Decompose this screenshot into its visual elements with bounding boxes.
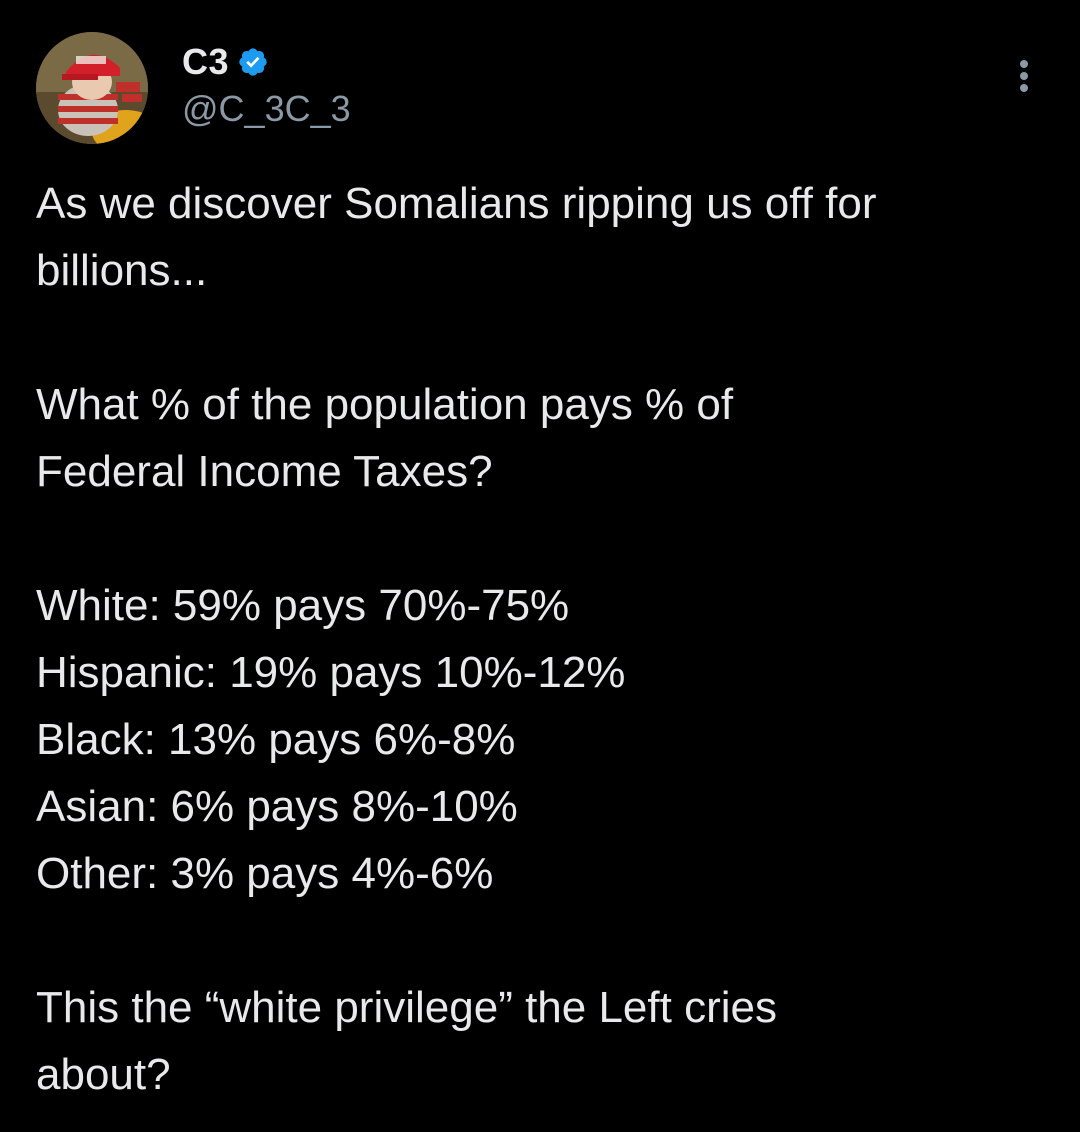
tweet-line: about? [36, 1050, 171, 1099]
avatar[interactable] [36, 32, 148, 144]
tweet-line: This the “white privilege” the Left crie… [36, 983, 777, 1032]
author-handle[interactable]: @C_3C_3 [182, 88, 351, 130]
tweet-line: Federal Income Taxes? [36, 447, 493, 496]
more-vertical-icon [1020, 72, 1028, 80]
tweet-line: billions... [36, 246, 208, 295]
tweet: C3 @C_3C_3 As we discover Somalians ripp… [0, 0, 1080, 1132]
author-name-row[interactable]: C3 [182, 40, 269, 84]
tweet-paragraph: This the “white privilege” the Left crie… [36, 974, 1056, 1108]
tweet-line: White: 59% pays 70%-75% [36, 581, 570, 630]
tweet-paragraph: White: 59% pays 70%-75% Hispanic: 19% pa… [36, 572, 1056, 907]
verified-badge-icon [237, 46, 269, 78]
tweet-line: As we discover Somalians ripping us off … [36, 179, 877, 228]
tweet-line: Hispanic: 19% pays 10%-12% [36, 648, 626, 697]
tweet-line: Black: 13% pays 6%-8% [36, 715, 516, 764]
more-vertical-icon [1020, 60, 1028, 68]
tweet-paragraph: As we discover Somalians ripping us off … [36, 170, 1056, 304]
tweet-line: Other: 3% pays 4%-6% [36, 849, 494, 898]
tweet-paragraph: What % of the population pays % of Feder… [36, 371, 1056, 505]
tweet-line: Asian: 6% pays 8%-10% [36, 782, 518, 831]
tweet-text: As we discover Somalians ripping us off … [36, 170, 1056, 1108]
more-vertical-icon [1020, 84, 1028, 92]
display-name[interactable]: C3 [182, 41, 229, 83]
more-options-button[interactable] [1004, 56, 1044, 96]
avatar-image [36, 32, 148, 144]
tweet-line: What % of the population pays % of [36, 380, 734, 429]
